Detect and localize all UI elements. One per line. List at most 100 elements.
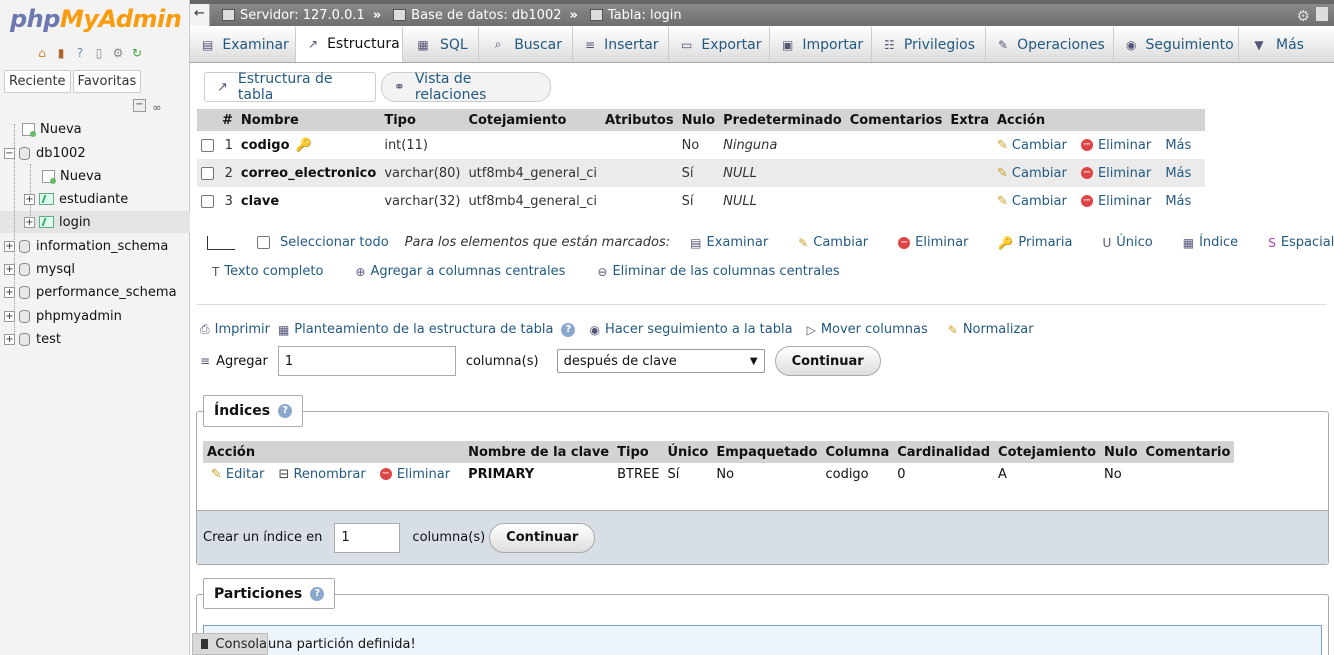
tree-item-login[interactable]: + login	[24, 211, 91, 233]
favorites-tab[interactable]: Favoritas	[72, 70, 142, 93]
row-checkbox[interactable]	[201, 166, 214, 180]
subtab-table-structure[interactable]: ↗ Estructura de tabla	[204, 71, 376, 103]
change-button[interactable]: ✎ Cambiar	[997, 138, 1067, 153]
tree-item-mysql[interactable]: + mysql	[4, 258, 75, 280]
breadcrumb-table[interactable]: Tabla: login	[589, 8, 682, 23]
add-central-columns-button[interactable]: ⊕ Agregar a columnas centrales	[355, 264, 565, 279]
gear-icon[interactable]: ⚙	[1297, 7, 1310, 25]
logout-icon[interactable]: ▮	[53, 45, 69, 61]
remove-central-columns-button[interactable]: ⊖ Eliminar de las columnas centrales	[597, 264, 839, 279]
expand-icon[interactable]: +	[4, 240, 15, 252]
console-toggle[interactable]: Consola	[192, 633, 268, 655]
back-arrow-icon[interactable]: ←	[190, 4, 210, 26]
more-button[interactable]: Más	[1165, 166, 1191, 181]
column-name[interactable]: clave	[241, 194, 279, 209]
row-checkbox[interactable]	[201, 138, 214, 152]
bulk-drop-button[interactable]: − Eliminar	[898, 235, 968, 250]
column-position-select[interactable]: después de clave ▼	[556, 349, 765, 373]
col-header-extra[interactable]: Extra	[946, 109, 993, 131]
tree-item-test[interactable]: + test	[4, 328, 61, 350]
tab-sql[interactable]: ▦ SQL	[403, 27, 479, 62]
bulk-fulltext-button[interactable]: T Texto completo	[212, 264, 323, 279]
expand-icon[interactable]: +	[4, 286, 15, 298]
tree-item-db1002[interactable]: − db1002	[4, 142, 86, 164]
expand-icon[interactable]: +	[4, 263, 15, 275]
breadcrumb-database[interactable]: Base de datos: db1002	[393, 8, 561, 23]
print-button[interactable]: ⎙ Imprimir	[200, 322, 270, 337]
drop-index-button[interactable]: − Eliminar	[379, 467, 450, 482]
help-icon[interactable]: ?	[310, 586, 325, 601]
expand-icon[interactable]: +	[4, 333, 15, 345]
col-header-attributes[interactable]: Atributos	[600, 109, 678, 131]
add-columns-go-button[interactable]: Continuar	[774, 346, 881, 376]
col-header-comments[interactable]: Comentarios	[845, 109, 947, 131]
tab-more[interactable]: ▼ Más	[1239, 27, 1334, 62]
bulk-unique-button[interactable]: U Único	[1102, 235, 1152, 250]
edit-index-button[interactable]: ✎ Editar	[211, 467, 264, 482]
expand-icon[interactable]: +	[4, 310, 15, 322]
create-index-go-button[interactable]: Continuar	[489, 522, 596, 553]
col-header-collation[interactable]: Cotejamiento	[464, 109, 601, 131]
breadcrumb-server[interactable]: Servidor: 127.0.0.1	[222, 8, 365, 23]
select-all-label[interactable]: Seleccionar todo	[280, 235, 389, 250]
reload-icon[interactable]: ↻	[129, 45, 145, 61]
drop-button[interactable]: − Eliminar	[1080, 194, 1151, 209]
change-button[interactable]: ✎ Cambiar	[997, 166, 1067, 181]
bulk-primary-button[interactable]: 🔑 Primaria	[998, 235, 1072, 250]
tab-export[interactable]: ▭ Exportar	[669, 27, 770, 62]
docs-icon[interactable]: ▯	[91, 45, 107, 61]
tab-insert[interactable]: ≡ Insertar	[573, 27, 669, 62]
phpmyadmin-logo[interactable]: phpMyAdmin	[10, 5, 182, 33]
propose-structure-button[interactable]: ▦ Planteamiento de la estructura de tabla…	[278, 322, 576, 337]
bulk-browse-button[interactable]: ▤ Examinar	[690, 235, 768, 250]
tab-privileges[interactable]: ☷ Privilegios	[872, 27, 986, 62]
col-header-num[interactable]: #	[218, 109, 237, 131]
collapse-icon[interactable]: −	[4, 147, 15, 159]
bulk-spatial-button[interactable]: S Espacial	[1268, 235, 1334, 250]
home-icon[interactable]: ⌂	[34, 45, 50, 61]
tab-structure[interactable]: ↗ Estructura	[296, 27, 403, 62]
expand-icon[interactable]: +	[24, 193, 35, 205]
tree-item-phpmyadmin[interactable]: + phpmyadmin	[4, 305, 122, 327]
col-header-type[interactable]: Tipo	[380, 109, 465, 131]
track-table-button[interactable]: ◉ Hacer seguimiento a la tabla	[589, 322, 792, 337]
collapse-all-icon[interactable]: −	[133, 99, 146, 112]
drop-button[interactable]: − Eliminar	[1080, 138, 1151, 153]
column-name[interactable]: codigo	[241, 138, 290, 153]
recent-tab[interactable]: Reciente	[4, 70, 71, 93]
col-header-action[interactable]: Acción	[993, 109, 1206, 131]
tree-item-estudiante[interactable]: + estudiante	[24, 188, 128, 210]
move-columns-button[interactable]: ▷ Mover columnas	[807, 322, 928, 337]
tree-item-new-table[interactable]: Nueva	[42, 165, 102, 187]
bulk-index-button[interactable]: ▦ Índice	[1183, 235, 1238, 250]
bulk-change-button[interactable]: ✎ Cambiar	[798, 235, 868, 250]
add-columns-count-input[interactable]: 1	[277, 346, 456, 376]
tab-import[interactable]: ▣ Importar	[770, 27, 872, 62]
link-icon[interactable]: ∞	[149, 99, 165, 115]
rename-index-button[interactable]: ⊟ Renombrar	[279, 467, 366, 482]
col-header-default[interactable]: Predeterminado	[719, 109, 846, 131]
help-icon[interactable]: ?	[72, 45, 88, 61]
more-button[interactable]: Más	[1165, 194, 1191, 209]
help-icon[interactable]: ?	[561, 322, 576, 337]
col-header-null[interactable]: Nulo	[677, 109, 720, 131]
select-all-checkbox[interactable]	[257, 236, 270, 249]
tree-item-performance-schema[interactable]: + performance_schema	[4, 281, 177, 303]
drop-button[interactable]: − Eliminar	[1080, 166, 1151, 181]
tab-browse[interactable]: ▤ Examinar	[190, 27, 296, 62]
column-name[interactable]: correo_electronico	[241, 166, 376, 181]
tab-tracking[interactable]: ◉ Seguimiento	[1114, 27, 1239, 62]
help-icon[interactable]: ?	[278, 404, 293, 418]
col-header-name[interactable]: Nombre	[236, 109, 381, 131]
tree-item-information-schema[interactable]: + information_schema	[4, 235, 168, 257]
change-button[interactable]: ✎ Cambiar	[997, 194, 1067, 209]
settings-icon[interactable]: ⚙	[110, 45, 126, 61]
panel-toggle-icon[interactable]	[1316, 7, 1328, 21]
expand-icon[interactable]: +	[24, 216, 35, 228]
create-index-count-input[interactable]: 1	[334, 522, 401, 553]
more-button[interactable]: Más	[1165, 138, 1191, 153]
row-checkbox[interactable]	[201, 194, 214, 208]
tab-search[interactable]: ⌕ Buscar	[479, 27, 573, 62]
tree-item-new-database[interactable]: Nueva	[22, 118, 82, 140]
tab-operations[interactable]: ✎ Operaciones	[986, 27, 1114, 62]
